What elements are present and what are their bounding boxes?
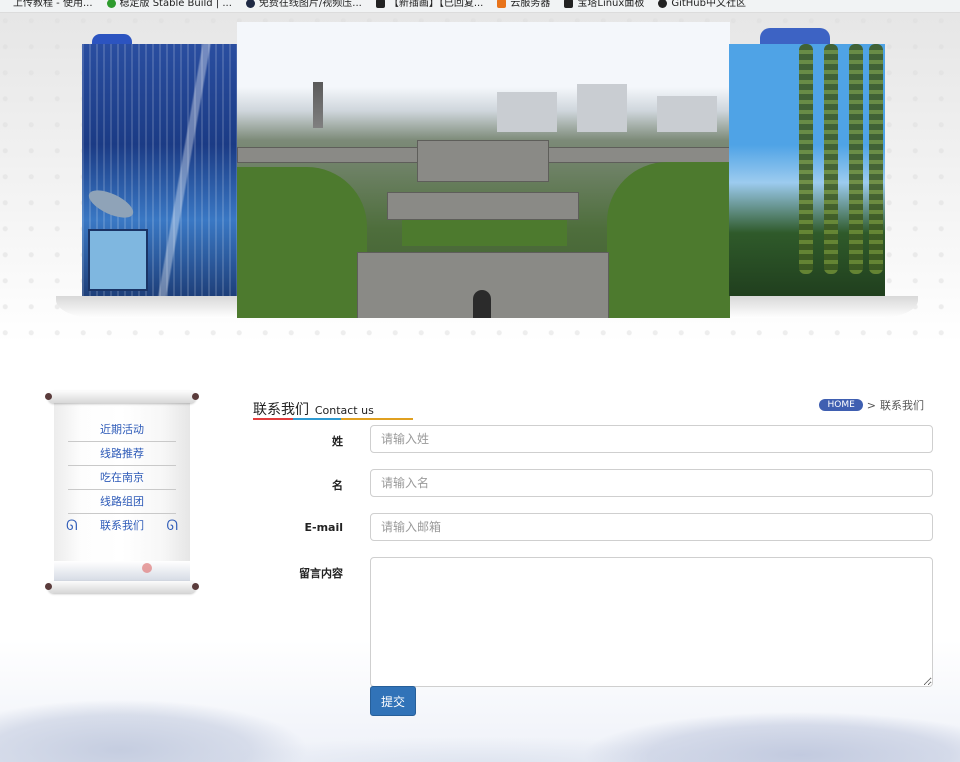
sidebar-item-recent-events[interactable]: 近期活动 — [68, 419, 176, 442]
bookmark-item[interactable]: 【新插画】【已回复... — [375, 0, 483, 9]
swirl-right-icon: ᘏ — [166, 518, 178, 534]
leaf-icon — [106, 0, 116, 8]
seal-mark — [142, 563, 152, 573]
section-title-en: Contact us — [314, 404, 374, 417]
cloud-icon — [497, 0, 507, 8]
breadcrumb-home-link[interactable]: HOME — [819, 399, 863, 411]
github-icon — [658, 0, 668, 8]
gate-arch — [473, 290, 491, 318]
banner-photo-city-gate — [237, 22, 730, 318]
aquarium-window — [88, 229, 148, 291]
bookmark-icon — [0, 0, 9, 8]
last-name-input[interactable] — [370, 425, 933, 453]
willow-branch — [849, 44, 863, 274]
gate-tower — [417, 140, 549, 182]
swirl-left-icon: ᘏ — [66, 518, 78, 534]
breadcrumb-current: 联系我们 — [880, 399, 924, 412]
banner-photo-aquarium — [82, 44, 237, 296]
sidebar-item-group-tour[interactable]: 线路组团 — [68, 491, 176, 514]
courtyard-green — [402, 220, 567, 246]
gate-wall — [387, 192, 579, 220]
title-underline — [253, 418, 413, 420]
bookmark-item[interactable]: 免费在线图片/视频压... — [245, 0, 362, 9]
sidebar-item-contact-us[interactable]: ᘏ 联系我们 ᘏ — [66, 515, 178, 537]
willow-branch — [869, 44, 883, 274]
last-name-label: 姓 — [332, 435, 343, 448]
sidebar-item-food-nanjing[interactable]: 吃在南京 — [68, 467, 176, 490]
image-icon — [245, 0, 255, 8]
sidebar-item-route-recommend[interactable]: 线路推荐 — [68, 443, 176, 466]
message-textarea[interactable] — [370, 557, 933, 687]
building-shape — [577, 84, 627, 132]
willow-branch — [824, 44, 838, 274]
sidebar-menu: 近期活动 线路推荐 吃在南京 线路组团 ᘏ 联系我们 ᘏ — [66, 419, 178, 538]
site-icon — [375, 0, 385, 8]
building-shape — [657, 96, 717, 132]
breadcrumb-separator: > — [866, 398, 876, 412]
scroll-rod-top — [45, 391, 199, 403]
scroll-rod-bottom — [45, 581, 199, 593]
submit-button[interactable]: 提交 — [370, 686, 416, 716]
first-name-input[interactable] — [370, 469, 933, 497]
sidebar-scroll: 近期活动 线路推荐 吃在南京 线路组团 ᘏ 联系我们 ᘏ — [45, 391, 199, 597]
bookmark-item[interactable]: 上传教程 - 使用... — [0, 0, 93, 9]
building-shape — [497, 92, 557, 132]
bookmark-item[interactable]: 稳定版 Stable Build | ... — [106, 0, 232, 9]
bookmark-item[interactable]: 云服务器 — [497, 0, 550, 9]
message-label: 留言内容 — [299, 567, 343, 580]
fish-shape — [85, 184, 137, 224]
banner-photo-willow — [729, 44, 885, 296]
panel-icon — [564, 0, 574, 8]
pagoda-shape — [313, 82, 323, 128]
breadcrumb: HOME > 联系我们 — [819, 397, 924, 413]
section-title-cn: 联系我们 — [253, 402, 309, 418]
email-label: E-mail — [304, 521, 343, 534]
trees-left — [237, 167, 367, 318]
trees-right — [607, 162, 730, 318]
bookmarks-bar: 上传教程 - 使用... 稳定版 Stable Build | ... 免费在线… — [0, 0, 960, 13]
first-name-label: 名 — [332, 479, 343, 492]
bookmark-item[interactable]: 宝塔Linux面板 — [564, 0, 644, 9]
email-input[interactable] — [370, 513, 933, 541]
section-title: 联系我们 Contact us — [253, 399, 413, 421]
bookmark-item[interactable]: GitHub中文社区 — [658, 0, 746, 9]
willow-branch — [799, 44, 813, 274]
